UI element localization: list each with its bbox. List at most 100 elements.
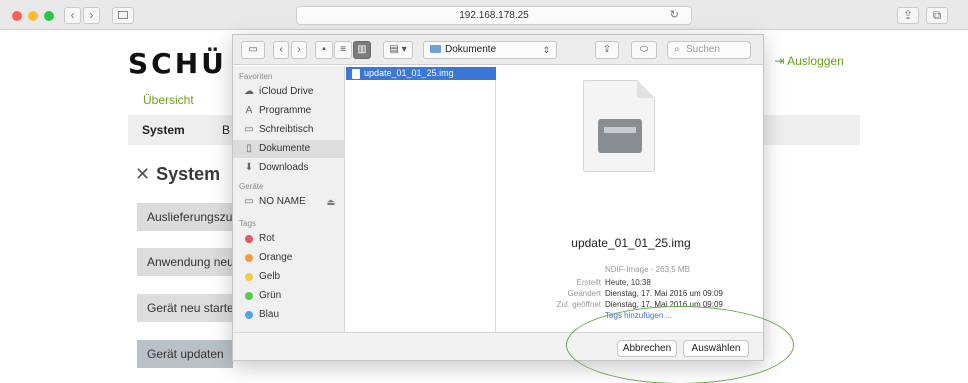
nav-overview-link[interactable]: Übersicht (143, 93, 194, 107)
sidebar-item-label: Programme (259, 105, 312, 116)
sidebar-item-label: Orange (259, 252, 293, 263)
last-opened-label: Zul. geöffnet (556, 300, 601, 309)
sidebar-toggle-button[interactable] (112, 7, 134, 24)
dialog-sidebar: Favoriten ☁ iCloud Drive A Programme ▭ Schr… (233, 66, 345, 360)
folder-icon (430, 45, 441, 53)
preview-pane: update_01_01_25.img NDIF-Image - 263,5 M… (497, 66, 763, 332)
search-placeholder: Suchen (686, 44, 720, 55)
created-value: Heute, 10:38 (605, 278, 651, 287)
document-icon: ▯ (246, 143, 252, 154)
subnav-item[interactable]: B (222, 123, 230, 137)
created-label: Erstellt (576, 278, 601, 287)
sidebar-tag-rot[interactable]: Rot (233, 230, 345, 248)
tag-dot-icon (245, 292, 253, 300)
sidebar-toggle-button[interactable]: ▭ (241, 41, 265, 59)
sidebar-item-label: Dokumente (259, 143, 311, 154)
forward-button[interactable]: › (83, 7, 100, 24)
disk-image-icon (583, 80, 655, 172)
preview-filename: update_01_01_25.img (571, 236, 691, 250)
view-icons-button[interactable]: ▪ (315, 41, 333, 59)
drive-icon: ▭ (244, 196, 254, 207)
eject-icon[interactable]: ⏏ (326, 193, 335, 211)
forward-button[interactable]: › (291, 41, 307, 59)
file-row-selected[interactable]: update_01_01_25.img (346, 67, 496, 80)
sidebar-item-label: NO NAME (259, 196, 306, 207)
tag-dot-icon (245, 254, 253, 262)
window-minimize-button[interactable] (28, 11, 38, 21)
page-fold (637, 80, 655, 98)
section-title-text: System (156, 164, 221, 184)
apps-icon: A (245, 105, 253, 116)
browser-toolbar: ‹ › 192.168.178.25 ↻ ⇪ ⧉ (0, 0, 968, 30)
sidebar-item-icloud[interactable]: ☁ iCloud Drive (233, 83, 345, 101)
arrange-button[interactable]: ▤ ▾ (383, 41, 413, 59)
logout-label: ⇥ Ausloggen (774, 54, 844, 68)
search-icon: ⌕ (674, 44, 680, 55)
share-button[interactable]: ⇪ (595, 41, 619, 59)
tag-button[interactable]: ⬭ (631, 41, 657, 59)
chevron-right-icon: › (89, 8, 94, 22)
sidebar-item-label: Downloads (259, 162, 309, 173)
sidebar-icon (118, 11, 128, 19)
grid-icon: ▪ (322, 44, 326, 55)
list-icon: ≡ (340, 44, 346, 55)
window-fullscreen-button[interactable] (44, 11, 54, 21)
sidebar-item-downloads[interactable]: ⬇ Downloads (233, 159, 345, 177)
preview-kind: NDIF-Image - 263,5 MB (605, 265, 690, 274)
file-column: update_01_01_25.img (346, 66, 496, 332)
sidebar-item-label: iCloud Drive (259, 86, 314, 97)
sidebar-icon: ▭ (248, 44, 258, 55)
site-logo: SCHÜ (128, 47, 227, 80)
update-device-button[interactable]: Gerät updaten (137, 340, 233, 368)
address-bar[interactable]: 192.168.178.25 ↻ (296, 6, 692, 25)
arrange-icon: ▤ ▾ (389, 44, 407, 55)
back-button[interactable]: ‹ (64, 7, 81, 24)
sidebar-tag-gelb[interactable]: Gelb (233, 268, 345, 286)
reload-icon[interactable]: ↻ (670, 7, 679, 24)
tabs-icon: ⧉ (932, 8, 942, 22)
section-title: ✕ System (135, 164, 220, 185)
cloud-icon: ☁ (244, 86, 254, 97)
file-name: update_01_01_25.img (364, 68, 454, 78)
logout-link[interactable]: in ⇥ Ausloggen (755, 54, 844, 68)
sidebar-item-schreibtisch[interactable]: ▭ Schreibtisch (233, 121, 345, 139)
share-icon: ⇪ (602, 44, 612, 55)
tag-dot-icon (245, 311, 253, 319)
search-input[interactable]: ⌕ Suchen (667, 41, 751, 59)
updown-arrows-icon: ⇕ (542, 45, 550, 55)
location-select[interactable]: Dokumente ⇕ (423, 41, 557, 59)
tabs-button[interactable]: ⧉ (926, 7, 948, 24)
sidebar-item-label: Blau (259, 309, 280, 320)
modified-label: Geändert (567, 289, 601, 298)
window-close-button[interactable] (12, 11, 22, 21)
restart-device-button[interactable]: Gerät neu starte (137, 294, 233, 322)
sidebar-tag-orange[interactable]: Orange (233, 249, 345, 267)
tag-dot-icon (245, 235, 253, 243)
back-button[interactable]: ‹ (273, 41, 289, 59)
sidebar-item-label: Rot (259, 233, 275, 244)
address-url: 192.168.178.25 (459, 10, 529, 21)
share-button[interactable]: ⇪ (897, 7, 919, 24)
devices-header: Geräte (239, 182, 264, 191)
factory-reset-button[interactable]: Auslieferungszu (137, 203, 233, 231)
columns-icon: ▥ (357, 44, 367, 55)
subnav-system[interactable]: System (142, 123, 185, 137)
tags-header: Tags (239, 219, 256, 228)
tag-icon: ⬭ (639, 44, 649, 55)
view-columns-button[interactable]: ▥ (353, 41, 371, 59)
sidebar-item-label: Schreibtisch (259, 124, 314, 135)
view-list-button[interactable]: ≡ (334, 41, 352, 59)
highlight-ellipse (566, 306, 794, 383)
sidebar-item-programme[interactable]: A Programme (233, 102, 345, 120)
sidebar-item-dokumente[interactable]: ▯ Dokumente (233, 140, 345, 158)
restart-application-button[interactable]: Anwendung neu (137, 248, 233, 276)
file-icon (352, 69, 360, 79)
sidebar-tag-gruen[interactable]: Grün (233, 287, 345, 305)
sidebar-tag-blau[interactable]: Blau (233, 306, 345, 324)
sidebar-item-no-name[interactable]: ▭ NO NAME ⏏ (233, 193, 345, 211)
tools-icon: ✕ (135, 164, 151, 184)
download-icon: ⬇ (244, 162, 254, 173)
dialog-toolbar: ▭ ‹ › ▪ ≡ ▥ ▤ ▾ Dokumente ⇕ ⇪ ⬭ ⌕ Suchen (233, 35, 763, 65)
hard-disk-icon (598, 119, 642, 153)
tag-dot-icon (245, 273, 253, 281)
